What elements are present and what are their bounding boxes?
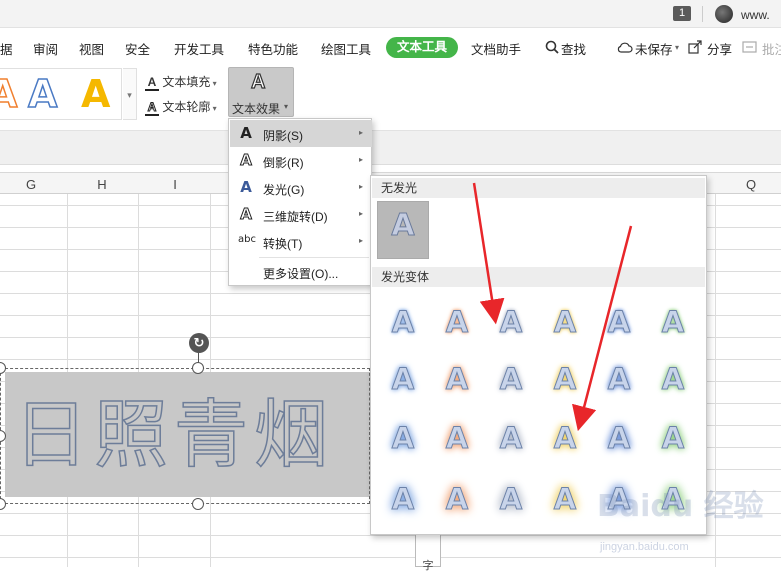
watermark-url: jingyan.baidu.com [600,541,689,553]
red-arrow [472,182,505,325]
red-arrow [572,225,633,432]
watermark: Baidu 经验 [597,489,764,524]
